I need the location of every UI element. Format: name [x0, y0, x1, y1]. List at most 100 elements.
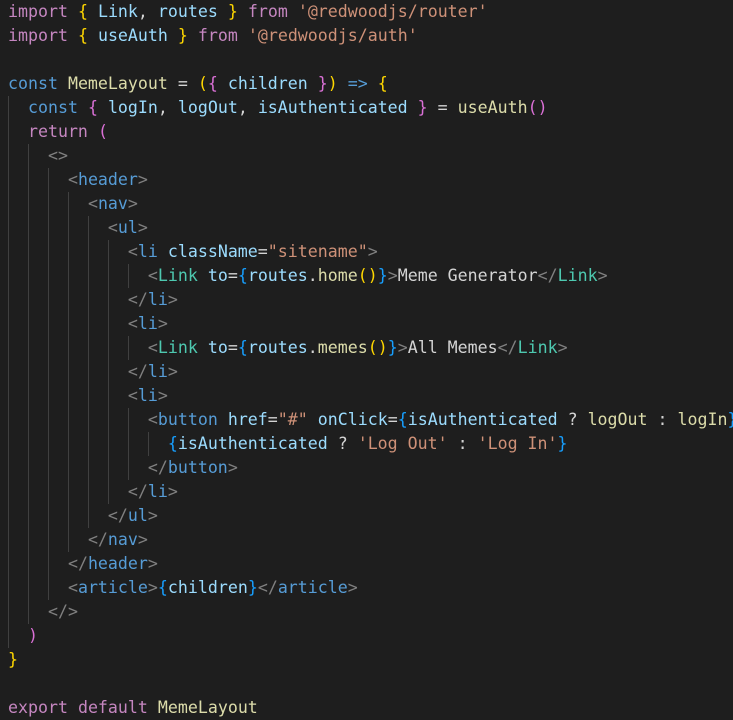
code-line[interactable]: {isAuthenticated ? 'Log Out' : 'Log In'}	[0, 432, 733, 456]
code-line[interactable]: </header>	[0, 552, 733, 576]
code-token: All Memes	[407, 338, 498, 357]
code-token: "sitename"	[267, 242, 368, 261]
code-line[interactable]: import { Link, routes } from '@redwoodjs…	[0, 0, 733, 24]
code-line-text: </>	[8, 600, 78, 624]
code-editor[interactable]: import { Link, routes } from '@redwoodjs…	[0, 0, 733, 719]
code-line-text: const MemeLayout = ({ children }) => {	[8, 72, 388, 96]
code-token: ()	[527, 98, 548, 117]
code-token: >	[137, 530, 148, 549]
code-line[interactable]: <li>	[0, 384, 733, 408]
code-token: =	[167, 74, 198, 93]
code-token: {	[77, 26, 88, 45]
code-token: li	[147, 362, 168, 381]
code-line[interactable]: <ul>	[0, 216, 733, 240]
code-token: li	[137, 242, 158, 261]
code-line[interactable]: <button href="#" onClick={isAuthenticate…	[0, 408, 733, 432]
code-line[interactable]: <Link to={routes.memes()}>All Memes</Lin…	[0, 336, 733, 360]
code-line-text: </li>	[8, 480, 178, 504]
code-token: isAuthenticated	[407, 410, 558, 429]
code-token: <	[127, 386, 138, 405]
code-token: Link	[517, 338, 558, 357]
code-token: </	[87, 530, 108, 549]
code-token: {	[237, 338, 248, 357]
code-line[interactable]: export default MemeLayout	[0, 696, 733, 720]
code-line[interactable]	[0, 672, 733, 696]
code-line[interactable]: <li>	[0, 312, 733, 336]
code-token: >	[167, 290, 178, 309]
code-token: Link	[557, 266, 598, 285]
code-line[interactable]: </li>	[0, 288, 733, 312]
code-token: {	[77, 2, 88, 21]
code-token: >	[557, 338, 568, 357]
code-line[interactable]: <>	[0, 144, 733, 168]
code-line[interactable]: <nav>	[0, 192, 733, 216]
code-line[interactable]: <header>	[0, 168, 733, 192]
code-token: routes	[247, 266, 308, 285]
code-line[interactable]: )	[0, 624, 733, 648]
code-token: {	[157, 578, 168, 597]
code-line[interactable]	[0, 48, 733, 72]
code-token: )	[27, 626, 38, 645]
code-token: (	[97, 122, 108, 141]
code-line-text: }	[8, 648, 18, 672]
code-line-text: export default MemeLayout	[8, 696, 258, 720]
code-token: =>	[347, 74, 368, 93]
code-token: =	[257, 242, 268, 261]
code-token: :	[647, 410, 678, 429]
code-line[interactable]: </button>	[0, 456, 733, 480]
code-line[interactable]: const { logIn, logOut, isAuthenticated }…	[0, 96, 733, 120]
code-token: =	[427, 98, 458, 117]
code-token: {	[237, 266, 248, 285]
code-token: <	[147, 410, 158, 429]
code-token: }	[377, 266, 388, 285]
code-token: 'Log Out'	[357, 434, 448, 453]
code-token: >	[167, 362, 178, 381]
code-line-text: <>	[8, 144, 68, 168]
code-line[interactable]: </nav>	[0, 528, 733, 552]
code-line-text: )	[8, 624, 38, 648]
code-line[interactable]: </ul>	[0, 504, 733, 528]
code-line-text: <Link to={routes.memes()}>All Memes</Lin…	[8, 336, 568, 360]
code-line[interactable]: }	[0, 648, 733, 672]
code-line[interactable]: </>	[0, 600, 733, 624]
code-line[interactable]: <li className="sitename">	[0, 240, 733, 264]
code-token: logIn	[677, 410, 728, 429]
code-token: >	[127, 194, 138, 213]
code-token: </	[127, 290, 148, 309]
code-token: logOut	[177, 98, 238, 117]
code-token: li	[147, 482, 168, 501]
code-line[interactable]: </li>	[0, 480, 733, 504]
code-token: MemeLayout	[67, 74, 168, 93]
code-line[interactable]: return (	[0, 120, 733, 144]
code-line[interactable]: </li>	[0, 360, 733, 384]
code-line[interactable]: <Link to={routes.home()}>Meme Generator<…	[0, 264, 733, 288]
code-token: to	[207, 338, 228, 357]
code-token: '@redwoodjs/router'	[297, 2, 488, 21]
code-line-text: <header>	[8, 168, 148, 192]
code-token: ,	[237, 98, 258, 117]
code-token: }	[227, 2, 238, 21]
code-line-text: <button href="#" onClick={isAuthenticate…	[8, 408, 733, 432]
code-line[interactable]: const MemeLayout = ({ children }) => {	[0, 72, 733, 96]
code-line-text: </li>	[8, 288, 178, 312]
code-token: <	[147, 338, 158, 357]
code-line[interactable]: <article>{children}</article>	[0, 576, 733, 600]
code-token: >	[147, 554, 158, 573]
code-token: header	[87, 554, 148, 573]
code-line[interactable]: import { useAuth } from '@redwoodjs/auth…	[0, 24, 733, 48]
